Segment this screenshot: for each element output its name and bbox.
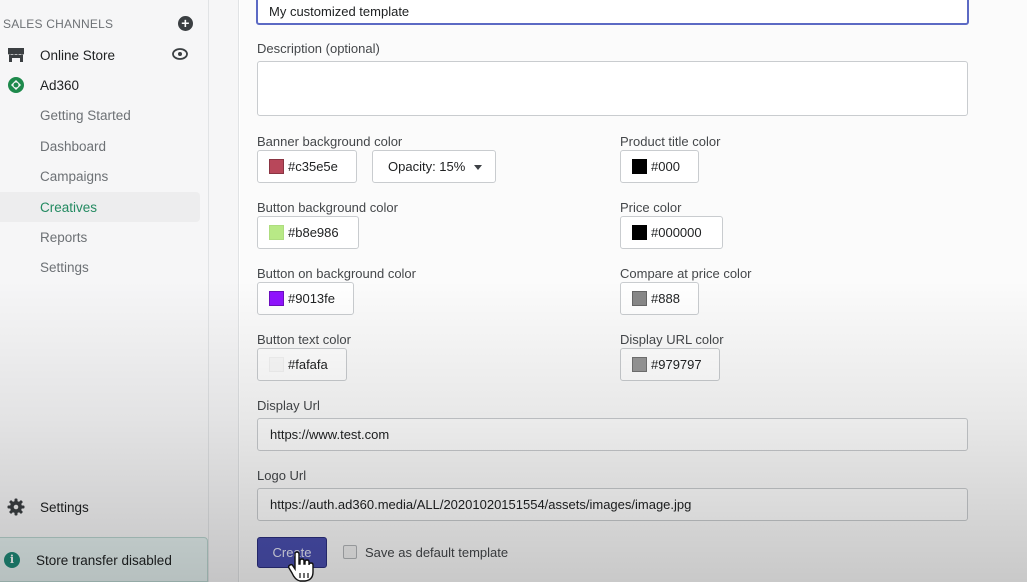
price-color-label: Price color [620, 200, 682, 215]
store-transfer-notice[interactable]: i Store transfer disabled [0, 537, 208, 582]
price-swatch[interactable] [632, 225, 647, 240]
product-title-color-label: Product title color [620, 134, 721, 149]
sidebar-item-online-store[interactable]: Online Store [0, 40, 200, 70]
compare-price-color-value: #888 [651, 291, 680, 306]
sales-channels-title: SALES CHANNELS [3, 17, 114, 31]
product-title-swatch[interactable] [632, 159, 647, 174]
description-label: Description (optional) [257, 41, 380, 56]
banner-bg-color-value: #c35e5e [288, 159, 338, 174]
compare-price-color-label: Compare at price color [620, 266, 752, 281]
sidebar-item-creatives[interactable]: Creatives [0, 192, 200, 222]
banner-bg-color-input[interactable]: #c35e5e [257, 150, 357, 183]
display-url-swatch[interactable] [632, 357, 647, 372]
button-on-bg-color-value: #9013fe [288, 291, 335, 306]
sales-channels-header: SALES CHANNELS + [3, 16, 193, 33]
eye-icon[interactable] [172, 48, 188, 60]
settings-sub-label: Settings [40, 259, 89, 275]
display-url-color-value: #979797 [651, 357, 702, 372]
price-color-value: #000000 [651, 225, 702, 240]
creatives-label: Creatives [40, 199, 98, 215]
info-icon: i [4, 552, 20, 568]
ad360-label: Ad360 [40, 77, 80, 93]
button-bg-color-input[interactable]: #b8e986 [257, 216, 359, 249]
product-title-color-input[interactable]: #000 [620, 150, 699, 183]
button-on-bg-color-input[interactable]: #9013fe [257, 282, 354, 315]
sidebar-item-settings[interactable]: Settings [0, 492, 200, 522]
compare-price-swatch[interactable] [632, 291, 647, 306]
template-name-value: My customized template [269, 4, 410, 19]
logo-url-input[interactable]: https://auth.ad360.media/ALL/20201020151… [257, 488, 968, 521]
button-text-swatch[interactable] [269, 357, 284, 372]
button-text-color-label: Button text color [257, 332, 351, 347]
hand-pointer-cursor-icon [287, 551, 314, 582]
gear-icon [7, 498, 25, 516]
sidebar-item-ad360[interactable]: Ad360 [0, 70, 200, 100]
ad360-logo-icon [8, 77, 24, 93]
button-bg-color-value: #b8e986 [288, 225, 339, 240]
button-on-bg-color-label: Button on background color [257, 266, 416, 281]
opacity-value: Opacity: 15% [388, 159, 466, 174]
button-bg-swatch[interactable] [269, 225, 284, 240]
sidebar: SALES CHANNELS + Online Store Ad360 Gett… [0, 0, 209, 582]
banner-bg-swatch[interactable] [269, 159, 284, 174]
sidebar-item-dashboard[interactable]: Dashboard [0, 131, 200, 161]
sidebar-item-reports[interactable]: Reports [0, 222, 200, 252]
caret-down-icon [474, 165, 482, 170]
settings-label: Settings [40, 499, 89, 515]
logo-url-value: https://auth.ad360.media/ALL/20201020151… [270, 497, 692, 512]
default-template-checkbox[interactable] [343, 545, 357, 559]
online-store-label: Online Store [40, 47, 116, 63]
button-text-color-input[interactable]: #fafafa [257, 348, 347, 381]
plus-circle-icon[interactable]: + [178, 16, 193, 31]
display-url-color-label: Display URL color [620, 332, 724, 347]
display-url-input[interactable]: https://www.test.com [257, 418, 968, 451]
getting-started-label: Getting Started [40, 107, 131, 123]
sidebar-gutter [209, 0, 239, 582]
opacity-select[interactable]: Opacity: 15% [372, 150, 496, 183]
template-name-input[interactable]: My customized template [256, 0, 969, 25]
banner-bg-color-label: Banner background color [257, 134, 403, 149]
storefront-icon [8, 48, 24, 62]
default-template-label[interactable]: Save as default template [365, 545, 508, 560]
sidebar-item-campaigns[interactable]: Campaigns [0, 161, 200, 191]
sidebar-item-settings-sub[interactable]: Settings [0, 252, 200, 282]
sidebar-item-getting-started[interactable]: Getting Started [0, 100, 200, 130]
reports-label: Reports [40, 229, 88, 245]
dashboard-label: Dashboard [40, 138, 107, 154]
store-transfer-label: Store transfer disabled [36, 553, 172, 568]
display-url-value: https://www.test.com [270, 427, 390, 442]
button-text-color-value: #fafafa [288, 357, 328, 372]
logo-url-label: Logo Url [257, 468, 307, 483]
display-url-label: Display Url [257, 398, 320, 413]
campaigns-label: Campaigns [40, 168, 109, 184]
product-title-color-value: #000 [651, 159, 680, 174]
compare-price-color-input[interactable]: #888 [620, 282, 699, 315]
display-url-color-input[interactable]: #979797 [620, 348, 720, 381]
price-color-input[interactable]: #000000 [620, 216, 723, 249]
button-bg-color-label: Button background color [257, 200, 398, 215]
description-textarea[interactable] [257, 61, 968, 116]
button-on-bg-swatch[interactable] [269, 291, 284, 306]
